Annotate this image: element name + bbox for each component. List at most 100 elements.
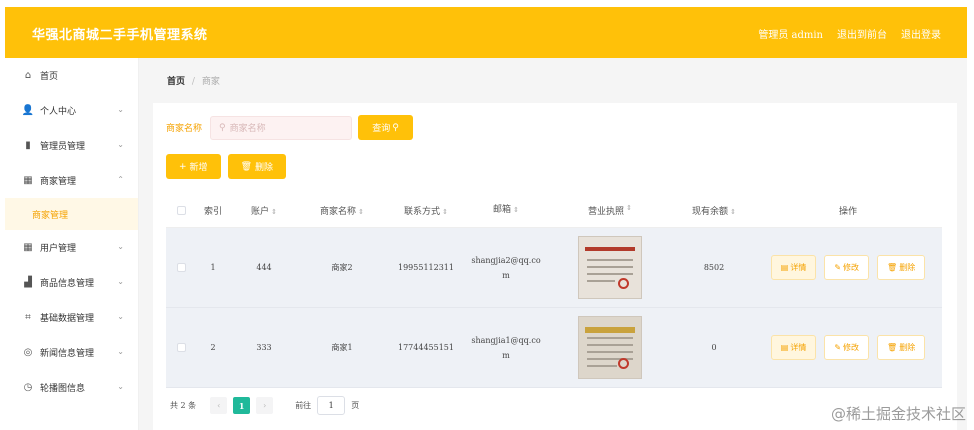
header-account[interactable]: 账户 ⇕ xyxy=(230,204,298,217)
content-panel: 商家名称 ⚲ 商家名称 查询 ⚲ + 新增 🗑 删除 索引 账户 ⇕ 商家名称 … xyxy=(153,103,957,430)
sidebar-item-label: 新闻信息管理 xyxy=(40,349,95,359)
sidebar: ⌂ 首页 👤 个人中心 ⌄ ▮ 管理员管理 ⌄ ▦ 商家管理 ⌃ 商家管理 ▦ … xyxy=(5,58,139,430)
cell-email: shangjia1@qq.com xyxy=(471,335,541,360)
top-header: 华强北商城二手手机管理系统 管理员 admin 退出到前台 退出登录 xyxy=(5,7,967,58)
business-license-image[interactable] xyxy=(578,236,642,299)
pagination-total: 共 2 条 xyxy=(170,401,197,410)
edit-button[interactable]: ✎ 修改 xyxy=(824,335,870,360)
cell-name: 商家2 xyxy=(331,263,353,272)
row-delete-button[interactable]: 🗑 删除 xyxy=(877,255,926,280)
watermark: @稀土掘金技术社区 xyxy=(830,405,966,423)
search-icon: ⚲ xyxy=(392,122,399,133)
sidebar-item-label: 商家管理 xyxy=(32,210,69,221)
page-jump-input[interactable]: 1 xyxy=(317,396,346,415)
sidebar-item-user-management[interactable]: ▦ 用户管理 ⌄ xyxy=(5,230,138,265)
query-button[interactable]: 查询 ⚲ xyxy=(358,115,414,140)
sidebar-item-personal-center[interactable]: 👤 个人中心 ⌄ xyxy=(5,93,138,128)
sort-icon: ⇕ xyxy=(513,205,519,214)
chevron-down-icon: ⌄ xyxy=(117,140,124,149)
detail-button[interactable]: ▤ 详情 xyxy=(770,335,817,360)
header-balance[interactable]: 现有余额 ⇕ xyxy=(674,204,754,217)
sidebar-item-label: 商家管理 xyxy=(40,177,77,187)
compass-icon: ◎ xyxy=(23,347,33,358)
edit-icon: ✎ xyxy=(834,343,842,352)
search-label: 商家名称 xyxy=(166,124,203,134)
admin-label: 管理员 admin xyxy=(758,30,823,41)
breadcrumb: 首页 / 商家 xyxy=(167,74,220,87)
chevron-down-icon: ⌄ xyxy=(117,347,124,356)
header-email-label: 邮箱 xyxy=(493,204,512,215)
user-icon: 👤 xyxy=(21,105,35,116)
delete-button-label: 删除 xyxy=(255,163,274,173)
detail-icon: ▤ xyxy=(780,343,789,352)
delete-label: 删除 xyxy=(899,343,916,352)
sidebar-item-merchant-management[interactable]: ▦ 商家管理 ⌃ xyxy=(5,163,138,198)
header-ops: 操作 xyxy=(838,206,857,217)
merchant-name-search-input[interactable]: ⚲ 商家名称 xyxy=(210,115,353,140)
sidebar-item-label: 轮播图信息 xyxy=(40,384,86,394)
cell-index: 2 xyxy=(210,343,216,352)
cell-phone: 19955112311 xyxy=(398,263,454,272)
chevron-down-icon: ⌄ xyxy=(117,382,124,391)
prev-page-button[interactable]: ‹ xyxy=(210,397,228,414)
pagination: 共 2 条 ‹ 1 › 前往 1 页 xyxy=(170,396,359,415)
bar-chart-icon: ▟ xyxy=(24,277,32,288)
sidebar-item-label: 商品信息管理 xyxy=(40,279,95,289)
plus-icon: + xyxy=(179,161,187,172)
detail-button[interactable]: ▤ 详情 xyxy=(770,255,817,280)
search-bar: 商家名称 ⚲ 商家名称 查询 ⚲ xyxy=(166,115,414,140)
search-icon: ⚲ xyxy=(219,122,226,133)
cell-license xyxy=(546,236,674,299)
breadcrumb-home[interactable]: 首页 xyxy=(167,77,185,87)
row-delete-button[interactable]: 🗑 删除 xyxy=(877,335,926,360)
chart-bars-icon: ▮ xyxy=(25,140,31,151)
breadcrumb-current: 商家 xyxy=(201,77,220,87)
add-button[interactable]: + 新增 xyxy=(166,154,221,179)
trash-icon: 🗑 xyxy=(887,343,898,352)
cell-ops: ▤ 详情 ✎ 修改 🗑 删除 xyxy=(754,255,942,280)
chevron-down-icon: ⌄ xyxy=(117,105,124,114)
row-checkbox[interactable] xyxy=(176,343,186,352)
edit-icon: ✎ xyxy=(834,263,842,272)
edit-label: 修改 xyxy=(843,263,860,272)
batch-delete-button[interactable]: 🗑 删除 xyxy=(227,154,287,179)
sidebar-item-basic-data[interactable]: ⌗ 基础数据管理 ⌄ xyxy=(5,300,138,335)
back-to-front-link[interactable]: 退出到前台 xyxy=(837,26,887,41)
edit-label: 修改 xyxy=(843,343,860,352)
header-phone-label: 联系方式 xyxy=(404,206,441,217)
header-license[interactable]: 营业执照 ⇕ xyxy=(546,204,674,217)
cell-index: 1 xyxy=(210,263,216,272)
trash-icon: 🗑 xyxy=(887,263,898,272)
main-content: 首页 / 商家 商家名称 ⚲ 商家名称 查询 ⚲ + 新增 🗑 删除 索引 账户… xyxy=(139,58,967,430)
select-all-checkbox[interactable] xyxy=(176,205,186,215)
page-number-current[interactable]: 1 xyxy=(233,397,251,414)
sort-icon: ⇕ xyxy=(730,207,736,216)
sidebar-item-product-management[interactable]: ▟ 商品信息管理 ⌄ xyxy=(5,265,138,300)
chevron-up-icon: ⌃ xyxy=(117,175,124,184)
edit-button[interactable]: ✎ 修改 xyxy=(824,255,870,280)
cell-account: 333 xyxy=(256,343,272,352)
business-license-image[interactable] xyxy=(578,316,642,379)
header-phone[interactable]: 联系方式 ⇕ xyxy=(386,204,466,217)
sidebar-subitem-merchant-management[interactable]: 商家管理 xyxy=(5,198,138,230)
merchant-table: 索引 账户 ⇕ 商家名称 ⇕ 联系方式 ⇕ 邮箱 ⇕ 营业执照 ⇕ 现有余额 ⇕ 操作 1 … xyxy=(166,193,942,388)
sidebar-item-home[interactable]: ⌂ 首页 xyxy=(5,58,138,93)
add-button-label: 新增 xyxy=(189,163,208,173)
page-jump: 前往 1 页 xyxy=(295,396,359,415)
next-page-button[interactable]: › xyxy=(256,397,274,414)
chevron-down-icon: ⌄ xyxy=(117,242,124,251)
crop-icon: ⌗ xyxy=(25,312,31,323)
sidebar-item-carousel[interactable]: ◷ 轮播图信息 ⌄ xyxy=(5,370,138,405)
header-name[interactable]: 商家名称 ⇕ xyxy=(298,204,386,217)
row-check-cell xyxy=(166,263,196,272)
header-account-label: 账户 xyxy=(251,206,270,217)
action-toolbar: + 新增 🗑 删除 xyxy=(166,154,287,179)
sort-icon: ⇕ xyxy=(626,203,632,212)
row-checkbox[interactable] xyxy=(176,263,186,272)
sidebar-item-news-management[interactable]: ◎ 新闻信息管理 ⌄ xyxy=(5,335,138,370)
sidebar-item-admin-management[interactable]: ▮ 管理员管理 ⌄ xyxy=(5,128,138,163)
row-check-cell xyxy=(166,343,196,352)
sidebar-item-label: 首页 xyxy=(40,72,59,82)
logout-link[interactable]: 退出登录 xyxy=(901,26,941,41)
header-email[interactable]: 邮箱 ⇕ xyxy=(466,203,546,218)
